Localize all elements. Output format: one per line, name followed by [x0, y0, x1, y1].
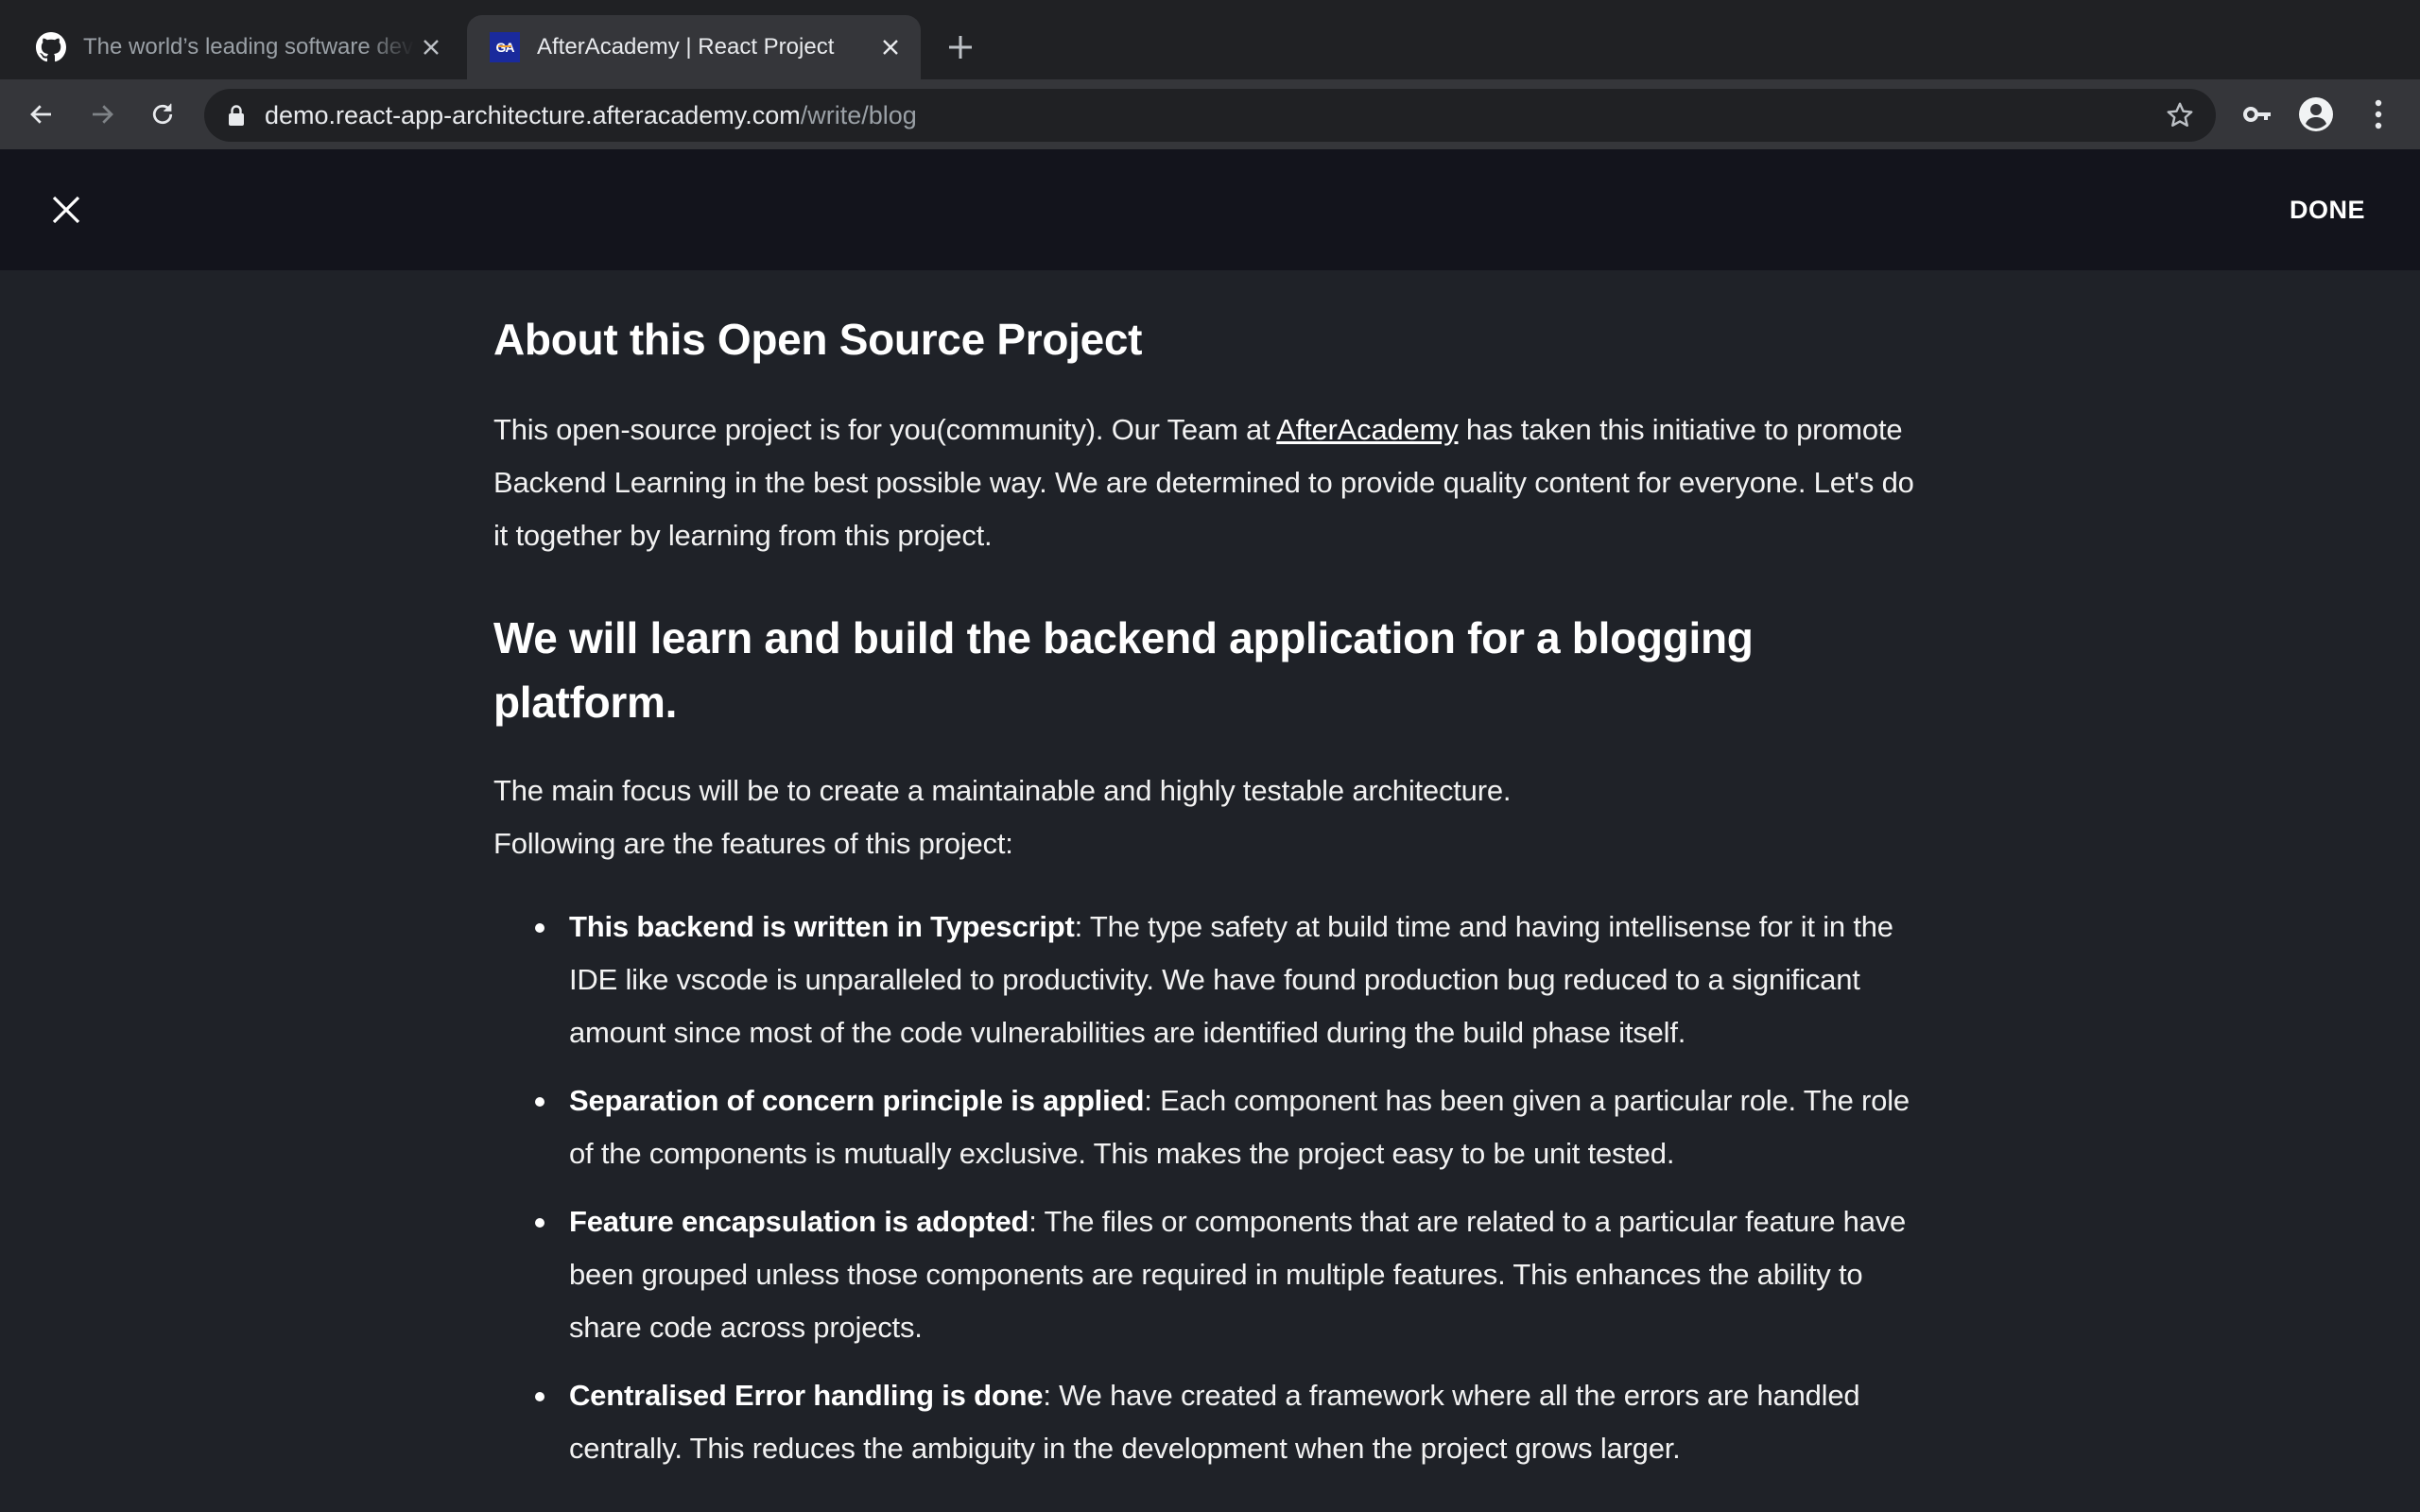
- section-title-blogging: We will learn and build the backend appl…: [493, 613, 1754, 728]
- bookmark-star-icon[interactable]: [2163, 98, 2197, 132]
- browser-tabstrip: The world’s leading software development…: [0, 0, 2420, 79]
- focus-line-2: Following are the features of this proje…: [493, 827, 1013, 861]
- url-text: demo.react-app-architecture.afteracademy…: [265, 101, 917, 130]
- feature-title: Centralised Error handling is done: [569, 1379, 1044, 1413]
- github-icon: [36, 32, 66, 62]
- bullet-icon: [535, 1392, 544, 1402]
- feature-item: Separation of concern principle is appli…: [535, 1074, 1930, 1180]
- address-bar[interactable]: demo.react-app-architecture.afteracademy…: [204, 89, 2216, 142]
- article-content: About this Open Source Project This open…: [493, 270, 1930, 1490]
- bullet-icon: [535, 1097, 544, 1108]
- intro-paragraph: This open-source project is for you(comm…: [493, 404, 1930, 562]
- plus-icon: [949, 36, 972, 59]
- tab-title: AfterAcademy | React Project: [537, 34, 835, 60]
- browser-menu-button[interactable]: [2360, 95, 2397, 133]
- feature-title: Feature encapsulation is adopted: [569, 1205, 1029, 1239]
- profile-button[interactable]: [2297, 95, 2335, 133]
- intro-text-before: This open-source project is for you(comm…: [493, 413, 1277, 447]
- close-button[interactable]: [45, 189, 87, 231]
- url-path: /write/blog: [800, 100, 917, 129]
- forward-button[interactable]: [83, 95, 121, 133]
- tab-close-icon[interactable]: [873, 30, 908, 64]
- feature-item: Feature encapsulation is adopted: The fi…: [535, 1195, 1930, 1354]
- lock-icon: [229, 105, 244, 126]
- focus-line-1: The main focus will be to create a maint…: [493, 774, 1512, 808]
- key-icon: [2243, 107, 2271, 122]
- tab-github[interactable]: The world’s leading software development…: [19, 15, 461, 79]
- browser-toolbar: demo.react-app-architecture.afteracademy…: [0, 79, 2420, 149]
- tab-close-icon[interactable]: [414, 30, 448, 64]
- bullet-icon: [535, 923, 544, 934]
- feature-item: Centralised Error handling is done: We h…: [535, 1369, 1930, 1475]
- afteracademy-icon: GA: [490, 32, 520, 62]
- tab-title: The world’s leading software development…: [83, 34, 414, 60]
- afteracademy-link[interactable]: AfterAcademy: [1276, 413, 1458, 446]
- reload-icon: [152, 103, 173, 125]
- back-button[interactable]: [23, 95, 60, 133]
- focus-paragraph: The main focus will be to create a maint…: [493, 765, 1930, 870]
- arrow-left-icon: [30, 105, 51, 124]
- url-host: demo.react-app-architecture.afteracademy…: [265, 100, 801, 129]
- tab-afteracademy[interactable]: GA AfterAcademy | React Project: [467, 15, 921, 79]
- feature-item: This backend is written in Typescript: T…: [535, 901, 1930, 1059]
- reload-button[interactable]: [144, 95, 182, 133]
- more-vert-icon: [2375, 99, 2382, 129]
- new-tab-button[interactable]: [942, 28, 979, 66]
- feature-title: This backend is written in Typescript: [569, 910, 1075, 944]
- section-title-about: About this Open Source Project: [493, 315, 1143, 364]
- arrow-right-icon: [93, 105, 113, 124]
- editor-header: DONE: [0, 149, 2420, 270]
- password-key-button[interactable]: [2238, 95, 2276, 133]
- features-list: This backend is written in Typescript: T…: [493, 901, 1930, 1475]
- close-icon: [52, 196, 80, 224]
- bullet-icon: [535, 1218, 544, 1228]
- feature-title: Separation of concern principle is appli…: [569, 1084, 1145, 1118]
- account-icon: [2299, 97, 2333, 131]
- done-button[interactable]: DONE: [2290, 191, 2365, 229]
